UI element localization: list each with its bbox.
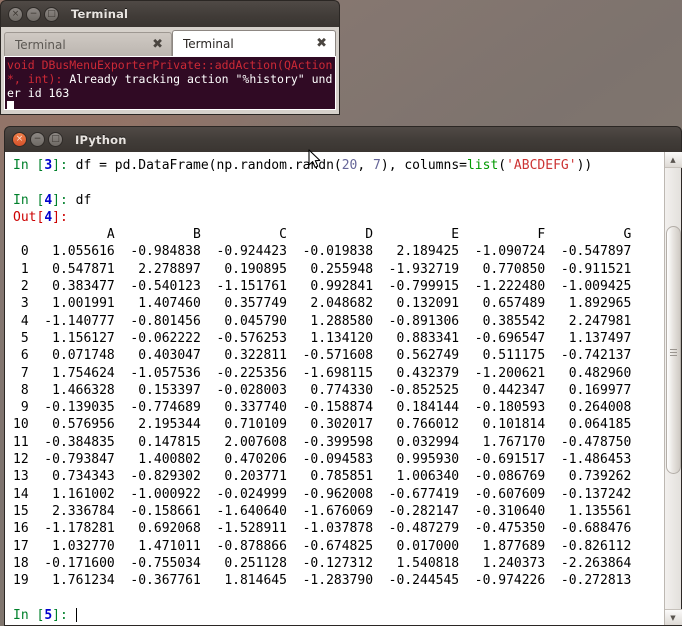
code-text: df <box>75 192 92 208</box>
in-prompt-label: In [ <box>13 158 45 173</box>
terminal-window[interactable]: × − □ Terminal Terminal ✖ Terminal ✖ voi… <box>0 0 340 115</box>
dataframe-header-row: A B C D E F G <box>13 227 632 243</box>
code-text: df = pd.DataFrame(np.random.randn( <box>75 158 342 173</box>
dataframe-row: 3 1.001991 1.407460 0.357749 2.048682 0.… <box>13 296 632 312</box>
in-prompt-close: ]: <box>52 158 76 173</box>
in-prompt-label: In [ <box>13 192 45 208</box>
terminal-body: Terminal ✖ Terminal ✖ void DBusMenuExpor… <box>0 27 340 115</box>
dataframe-row: 13 0.734343 -0.829302 0.203771 0.785851 … <box>13 469 632 485</box>
minimize-icon[interactable]: − <box>26 6 41 22</box>
text-cursor <box>75 607 78 622</box>
terminal-tab-1[interactable]: Terminal ✖ <box>172 30 336 56</box>
dataframe-row: 1 0.547871 2.278897 0.190895 0.255948 -1… <box>13 261 632 277</box>
code-number-rows: 20 <box>341 158 358 173</box>
dataframe-row: 7 1.754624 -1.057536 -0.225356 -1.698115… <box>13 365 632 381</box>
out-prompt-number: 4 <box>44 209 53 225</box>
dataframe-row: 16 -1.178281 0.692068 -1.528911 -1.03787… <box>13 521 632 537</box>
ipython-titlebar[interactable]: × − □ IPython <box>4 126 682 152</box>
dataframe-row: 0 1.055616 -0.984838 -0.924423 -0.019838… <box>13 244 632 260</box>
code-number-cols: 7 <box>373 158 381 173</box>
dataframe-row: 4 -1.140777 -0.801456 0.045790 1.288580 … <box>13 313 632 329</box>
dataframe-row: 9 -0.139035 -0.774689 0.337740 -0.158874… <box>13 400 632 416</box>
terminal-output-screen[interactable]: void DBusMenuExporterPrivate::addAction(… <box>4 56 336 110</box>
minimize-icon[interactable]: − <box>30 132 45 147</box>
in-prompt-close: ]: <box>52 192 76 208</box>
desktop-background: × − □ Terminal Terminal ✖ Terminal ✖ voi… <box>0 0 682 626</box>
dataframe-row: 8 1.466328 0.153397 -0.028003 0.774330 -… <box>13 382 632 398</box>
ipython-frame: In [3]: df = pd.DataFrame(np.random.rand… <box>4 152 682 626</box>
dataframe-row: 5 1.156127 -0.062222 -0.576253 1.134120 … <box>13 330 632 346</box>
in-prompt-number: 3 <box>44 158 53 173</box>
ipython-window[interactable]: × − □ IPython In [3]: df = pd.DataFrame(… <box>4 126 682 626</box>
input-line-4: In [4]: df <box>13 192 664 209</box>
out-prompt-close: ]: <box>52 209 68 225</box>
maximize-icon[interactable]: □ <box>48 132 63 147</box>
dataframe-row: 11 -0.384835 0.147815 2.007608 -0.399598… <box>13 434 632 450</box>
dataframe-row: 19 1.761234 -0.367761 1.814645 -1.283790… <box>13 573 632 589</box>
close-icon[interactable]: × <box>12 132 27 147</box>
dataframe-row: 17 1.032770 1.471011 -0.878866 -0.674825… <box>13 538 632 554</box>
maximize-icon[interactable]: □ <box>44 6 59 22</box>
close-icon[interactable]: ✖ <box>316 37 327 50</box>
close-icon[interactable]: × <box>8 6 23 22</box>
ipython-window-controls[interactable]: × − □ <box>12 132 63 147</box>
terminal-tabbar[interactable]: Terminal ✖ Terminal ✖ <box>4 30 336 56</box>
dataframe-row: 14 1.161002 -1.000922 -0.024999 -0.96200… <box>13 486 632 502</box>
terminal-window-title: Terminal <box>71 7 129 21</box>
close-icon[interactable]: ✖ <box>152 38 163 51</box>
input-line-3: In [3]: df = pd.DataFrame(np.random.rand… <box>13 157 664 174</box>
ipython-window-title: IPython <box>75 132 127 147</box>
scroll-up-icon[interactable]: ▲ <box>664 152 682 168</box>
terminal-tab-0[interactable]: Terminal ✖ <box>4 32 172 56</box>
dataframe-row: 10 0.576956 2.195344 0.710109 0.302017 0… <box>13 417 632 433</box>
output-prompt-4: Out[4]: <box>13 209 664 226</box>
code-builtin: list <box>466 158 499 173</box>
code-text: )) <box>576 158 593 173</box>
terminal-cursor <box>7 101 14 109</box>
scrollbar-grip <box>669 347 677 356</box>
dataframe-row: 12 -0.793847 1.400802 0.470206 -0.094583… <box>13 452 632 468</box>
in-prompt-number: 5 <box>44 607 53 623</box>
terminal-tab-1-label: Terminal <box>183 36 234 51</box>
scroll-down-icon[interactable]: ▼ <box>664 609 682 625</box>
code-string: 'ABCDEFG' <box>506 158 577 173</box>
dataframe-row: 6 0.071748 0.403047 0.322811 -0.571608 0… <box>13 348 632 364</box>
scrollbar-track[interactable] <box>665 168 682 609</box>
code-text: ( <box>498 158 507 173</box>
terminal-tab-0-label: Terminal <box>15 37 66 52</box>
out-prompt-label: Out[ <box>13 209 45 225</box>
terminal-titlebar[interactable]: × − □ Terminal <box>0 0 340 27</box>
in-prompt-close: ]: <box>52 607 76 623</box>
scrollbar-thumb[interactable] <box>665 226 681 474</box>
code-text: ), columns= <box>380 158 467 173</box>
dataframe-row: 18 -0.171600 -0.755034 0.251128 -0.12731… <box>13 555 632 571</box>
terminal-window-controls[interactable]: × − □ <box>8 6 59 22</box>
code-text: , <box>357 158 374 173</box>
input-line-5: In [5]: <box>13 607 664 624</box>
dataframe-row: 2 0.383477 -0.540123 -1.151761 0.992841 … <box>13 279 632 295</box>
in-prompt-number: 4 <box>44 192 53 208</box>
ipython-scrollbar[interactable]: ▲ ▼ <box>664 152 682 625</box>
in-prompt-label: In [ <box>13 607 45 623</box>
ipython-console[interactable]: In [3]: df = pd.DataFrame(np.random.rand… <box>5 152 664 625</box>
dataframe-row: 15 2.336784 -0.158661 -1.640640 -1.67606… <box>13 503 632 519</box>
